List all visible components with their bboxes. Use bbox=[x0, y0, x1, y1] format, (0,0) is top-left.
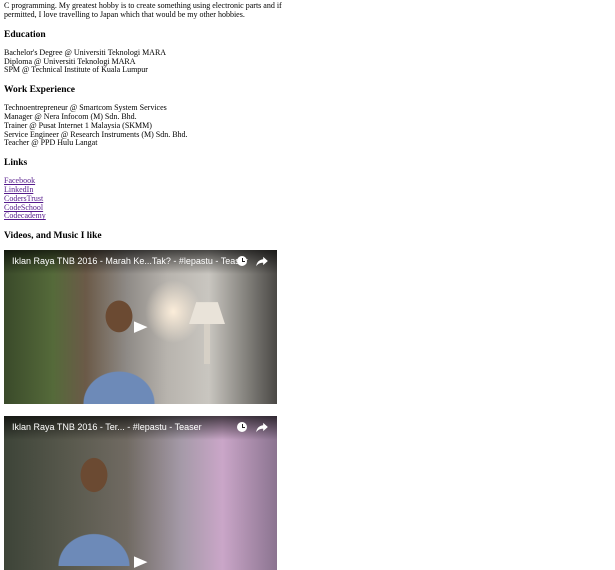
link-facebook[interactable]: Facebook bbox=[4, 176, 604, 186]
link-linkedin[interactable]: LinkedIn bbox=[4, 185, 604, 195]
video-title[interactable]: Iklan Raya TNB 2016 - Ter... - #lepastu … bbox=[12, 422, 202, 433]
link-coderstrust[interactable]: CodersTrust bbox=[4, 194, 604, 204]
work-experience-list: Technoentrepreneur @ Smartcom System Ser… bbox=[4, 103, 604, 148]
bio-paragraph: to computer and because of that, I just … bbox=[4, 0, 282, 20]
videos-heading: Videos, and Music I like bbox=[4, 231, 102, 242]
page-content: to computer and because of that, I just … bbox=[4, 0, 604, 570]
work-item: Teacher @ PPD Hulu Langat bbox=[4, 138, 98, 148]
video-player[interactable]: Iklan Raya TNB 2016 - Ter... - #lepastu … bbox=[4, 416, 277, 570]
education-heading: Education bbox=[4, 29, 46, 40]
work-experience-heading: Work Experience bbox=[4, 85, 75, 96]
share-icon[interactable] bbox=[255, 420, 269, 434]
video-player[interactable]: Iklan Raya TNB 2016 - Marah Ke...Tak? - … bbox=[4, 250, 277, 405]
link-codeschool[interactable]: CodeSchool bbox=[4, 203, 604, 213]
education-item: SPM @ Technical Institute of Kuala Lumpu… bbox=[4, 65, 148, 75]
video-title[interactable]: Iklan Raya TNB 2016 - Marah Ke...Tak? - … bbox=[12, 256, 248, 267]
link-codecademy[interactable]: Codecademy bbox=[4, 212, 604, 221]
education-list: Bachelor's Degree @ Universiti Teknologi… bbox=[4, 48, 604, 75]
share-icon[interactable] bbox=[255, 254, 269, 268]
links-list: Facebook LinkedIn CodersTrust CodeSchool… bbox=[4, 176, 604, 221]
links-heading: Links bbox=[4, 158, 28, 169]
